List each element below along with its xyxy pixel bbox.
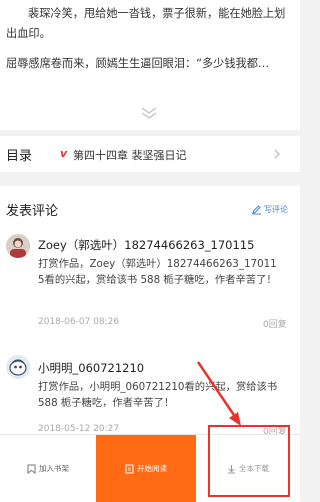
latest-chapter-title[interactable]: 第四十四章 裴坚强日记	[73, 147, 187, 163]
comments-section: 发表评论 写评论 Zoey（郭选叶）18274466263_170115 打赏作…	[0, 186, 300, 438]
avatar[interactable]	[6, 355, 30, 379]
start-reading-label: 开始阅读	[137, 464, 167, 473]
comment-item: 小明明_060721210 打赏作品，小明明_060721210看的兴起，赏给该…	[0, 355, 300, 438]
add-to-shelf-button[interactable]: 加入书架	[0, 435, 96, 502]
write-comment-label: 写评论	[264, 204, 288, 214]
comment-item: Zoey（郭选叶）18274466263_170115 打赏作品，Zoey（郭选…	[0, 232, 300, 332]
comment-username[interactable]: 小明明_060721210	[38, 360, 144, 376]
book-icon	[125, 464, 134, 473]
latest-chapter-marker: v	[60, 147, 68, 160]
bottom-action-bar: 加入书架 开始阅读 全本下载	[0, 434, 300, 502]
download-icon	[228, 464, 235, 473]
comment-date: 2018-06-07 08:26	[38, 317, 120, 327]
comment-text: 打赏作品，小明明_060721210看的兴起，赏给该书 588 栀子糖吃，作者辛…	[38, 381, 278, 409]
add-to-shelf-label: 加入书架	[39, 464, 69, 473]
toc-label: 目录	[6, 149, 33, 164]
expand-chevron-icon[interactable]	[140, 106, 158, 120]
toc-row[interactable]: 目录 v 第四十四章 裴坚强日记	[0, 136, 300, 172]
write-comment-button[interactable]: 写评论	[251, 202, 288, 216]
comment-reply-count[interactable]: 0回复	[263, 317, 287, 330]
comment-text: 打赏作品，Zoey（郭选叶）18274466263_170115看的兴起，赏给该…	[38, 258, 277, 286]
preview-fade	[0, 78, 300, 130]
avatar[interactable]	[6, 234, 30, 258]
bookmark-icon	[27, 464, 36, 474]
preview-paragraph-2: 屈辱感席卷而来，顾嫣生生逼回眼泪：“多少钱我都…	[6, 57, 270, 70]
pencil-icon	[252, 204, 261, 214]
comments-title: 发表评论	[6, 204, 59, 219]
chevron-right-icon	[274, 149, 280, 159]
start-reading-button[interactable]: 开始阅读	[96, 435, 196, 502]
comment-username[interactable]: Zoey（郭选叶）18274466263_170115	[38, 237, 254, 253]
book-preview: 裴琛冷笑，甩给她一沓钱，票子很新，能在她脸上划出血印。 屈辱感席卷而来，顾嫣生生…	[0, 0, 300, 130]
download-all-button[interactable]: 全本下载	[196, 435, 300, 502]
preview-paragraph-1: 裴琛冷笑，甩给她一沓钱，票子很新，能在她脸上划出血印。	[6, 7, 286, 40]
comment-date: 2018-05-12 20:27	[38, 424, 120, 434]
download-all-label: 全本下载	[239, 464, 269, 473]
